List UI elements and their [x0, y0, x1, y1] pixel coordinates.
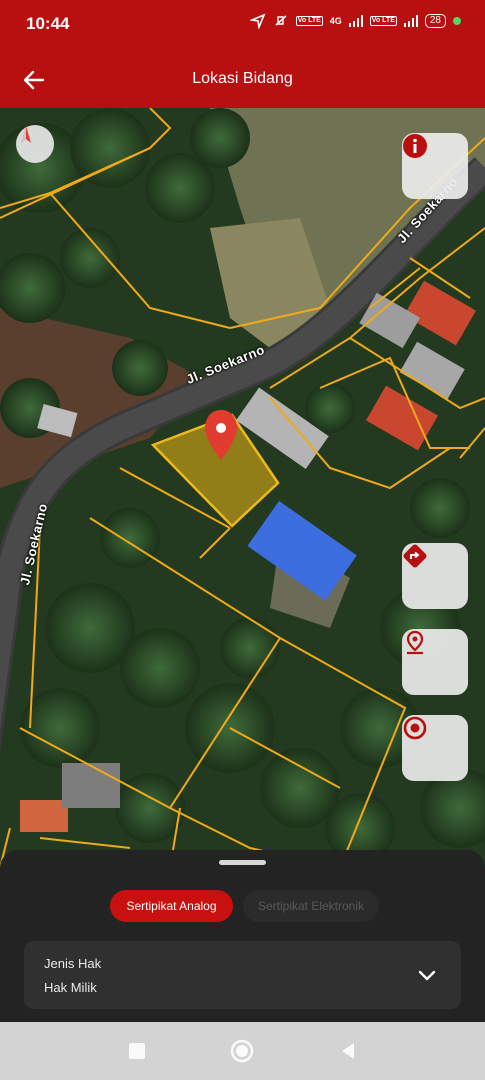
mute-icon: [275, 15, 287, 26]
map-view[interactable]: Jl. Soekarno Jl. Soekarno Jl. Soekarno: [0, 108, 485, 868]
chevron-down-icon: [418, 970, 436, 981]
signal-icon: [348, 15, 363, 27]
circle-icon: [230, 1039, 254, 1063]
volte-badge-2: Vo LTE: [369, 16, 397, 26]
network-type: 4G: [329, 16, 342, 26]
home-button[interactable]: [227, 1036, 257, 1066]
my-location-pin-button[interactable]: [402, 629, 468, 695]
status-icons: Vo LTE 4G Vo LTE 28: [249, 13, 461, 29]
bottom-sheet: Sertipikat Analog Sertipikat Elektronik …: [0, 850, 485, 1022]
page-title: Lokasi Bidang: [192, 70, 293, 87]
field-value: Hak Milik: [44, 980, 97, 995]
directions-button[interactable]: [402, 543, 468, 609]
square-icon: [129, 1043, 145, 1059]
signal-icon-2: [403, 15, 418, 27]
info-icon: [403, 134, 427, 158]
tab-sertipikat-elektronik[interactable]: Sertipikat Elektronik: [243, 890, 379, 922]
compass-icon: [21, 126, 31, 143]
status-time: 10:44: [26, 14, 70, 33]
target-icon: [403, 716, 427, 740]
app-bar: Lokasi Bidang: [0, 48, 485, 108]
battery-indicator: 28: [424, 14, 446, 28]
drag-handle[interactable]: [219, 860, 266, 865]
system-nav-bar: [0, 1022, 485, 1080]
directions-icon: [403, 544, 427, 568]
triangle-back-icon: [342, 1043, 354, 1059]
jenis-hak-dropdown[interactable]: Jenis Hak Hak Milik: [24, 941, 461, 1009]
compass-button[interactable]: [16, 125, 54, 163]
recents-button[interactable]: [122, 1036, 152, 1066]
volte-badge: Vo LTE: [295, 16, 323, 26]
back-nav-button[interactable]: [333, 1036, 363, 1066]
info-button[interactable]: [402, 133, 468, 199]
status-bar: 10:44 Vo LTE 4G Vo LTE 28: [0, 0, 485, 48]
location-pin-icon: [406, 630, 424, 655]
active-dot-icon: [453, 17, 461, 25]
tab-sertipikat-analog[interactable]: Sertipikat Analog: [110, 890, 233, 922]
target-button[interactable]: [402, 715, 468, 781]
field-label: Jenis Hak: [44, 956, 102, 971]
location-arrow-icon: [249, 13, 266, 29]
